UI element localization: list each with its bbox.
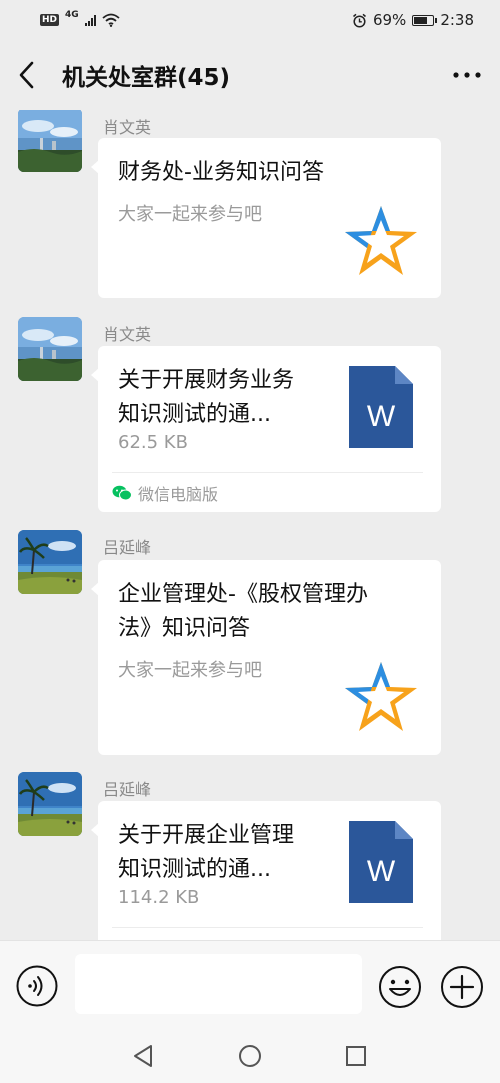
- back-button[interactable]: [18, 55, 54, 95]
- plus-icon: [441, 966, 483, 1008]
- voice-button[interactable]: [16, 965, 58, 1007]
- avatar[interactable]: [18, 530, 82, 594]
- avatar-city-image: [18, 317, 82, 381]
- sender-name: 肖文英: [103, 325, 152, 344]
- emoji-icon: [379, 966, 421, 1008]
- voice-icon: [16, 965, 58, 1007]
- signal-icon: [84, 14, 96, 26]
- input-bar: [0, 940, 500, 1030]
- chat-header: 机关处室群(45): [0, 40, 500, 110]
- chat-title: 机关处室群(45): [62, 65, 231, 91]
- file-title-line: 关于开展财务业务: [118, 368, 295, 393]
- avatar[interactable]: [18, 772, 82, 836]
- avatar[interactable]: [18, 110, 82, 172]
- sender-name: 肖文英: [103, 118, 152, 137]
- clock: 2:38: [440, 11, 474, 29]
- file-title: 关于开展企业管理 知识测试的通...: [118, 819, 294, 887]
- nav-back-icon: [134, 1045, 152, 1067]
- quiz-card[interactable]: 财务处-业务知识问答 大家一起来参与吧: [91, 138, 441, 298]
- battery-percent: 69%: [372, 11, 407, 29]
- avatar-beach-image: [18, 530, 82, 594]
- battery-icon: [412, 14, 438, 26]
- wifi-icon: [102, 13, 120, 27]
- status-bar: HD 4G 69% 2:38: [0, 0, 500, 40]
- word-document-icon: W: [349, 366, 413, 448]
- emoji-button[interactable]: [378, 965, 422, 1009]
- more-dots-icon: [453, 72, 481, 78]
- file-source: 微信电脑版: [112, 472, 423, 512]
- more-options-button[interactable]: [442, 55, 482, 95]
- file-card[interactable]: 关于开展财务业务 知识测试的通... 62.5 KB W 微信电脑版: [91, 346, 441, 512]
- file-size: 62.5 KB: [118, 432, 188, 453]
- sender-name: 吕延峰: [103, 538, 152, 557]
- card-description: 大家一起来参与吧: [118, 660, 262, 681]
- wechat-icon: [112, 485, 132, 500]
- card-title-line: 财务处-业务知识问答: [118, 160, 324, 185]
- star-icon: [345, 662, 417, 731]
- network-type: 4G: [65, 10, 79, 20]
- avatar[interactable]: [18, 317, 82, 381]
- nav-home-button[interactable]: [236, 1042, 264, 1070]
- message-item: 吕延峰 关于开展企业管理 知识测试的通... 114.2 KB W: [0, 772, 500, 940]
- more-functions-button[interactable]: [440, 965, 484, 1009]
- message-item: 肖文英 财务处-业务知识问答 大家一起来参与吧: [0, 110, 500, 310]
- back-arrow-icon: [19, 61, 34, 89]
- word-letter: W: [367, 400, 396, 433]
- file-title: 关于开展财务业务 知识测试的通...: [118, 364, 294, 432]
- avatar-city-image: [18, 110, 82, 172]
- card-title: 财务处-业务知识问答: [118, 156, 324, 190]
- file-size: 114.2 KB: [118, 887, 200, 908]
- avatar-beach-image: [18, 772, 82, 836]
- file-title-line: 知识测试的通...: [118, 857, 271, 882]
- status-right: 69% 2:38: [352, 11, 474, 29]
- nav-recents-button[interactable]: [342, 1042, 370, 1070]
- sender-name: 吕延峰: [103, 780, 152, 799]
- nav-home-icon: [239, 1045, 261, 1067]
- file-title-line: 关于开展企业管理: [118, 823, 295, 848]
- nav-back-button[interactable]: [130, 1042, 158, 1070]
- chat-message-list[interactable]: 肖文英 财务处-业务知识问答 大家一起来参与吧 肖文英 关于开展财务业务 知识测…: [0, 110, 500, 940]
- hd-badge: HD: [40, 14, 60, 26]
- word-letter: W: [367, 855, 396, 888]
- message-item: 肖文英 关于开展财务业务 知识测试的通... 62.5 KB W 微信电脑版: [0, 315, 500, 525]
- message-item: 吕延峰 企业管理处-《股权管理办 法》知识问答 大家一起来参与吧: [0, 530, 500, 760]
- file-card[interactable]: 关于开展企业管理 知识测试的通... 114.2 KB W: [91, 801, 441, 940]
- alarm-icon: [352, 13, 366, 28]
- word-document-icon: W: [349, 821, 413, 903]
- nav-recents-icon: [346, 1046, 366, 1066]
- status-left: HD 4G: [40, 10, 120, 27]
- card-title: 企业管理处-《股权管理办 法》知识问答: [118, 578, 368, 646]
- quiz-card[interactable]: 企业管理处-《股权管理办 法》知识问答 大家一起来参与吧: [91, 560, 441, 755]
- star-icon: [345, 206, 417, 275]
- system-nav-bar: [0, 1030, 500, 1083]
- card-description: 大家一起来参与吧: [118, 204, 262, 225]
- message-input[interactable]: [75, 954, 362, 1014]
- card-divider: [112, 927, 423, 928]
- file-source-label: 微信电脑版: [138, 484, 219, 504]
- card-title-line: 企业管理处-《股权管理办: [118, 582, 368, 607]
- card-title-line: 法》知识问答: [118, 616, 251, 641]
- file-title-line: 知识测试的通...: [118, 402, 271, 427]
